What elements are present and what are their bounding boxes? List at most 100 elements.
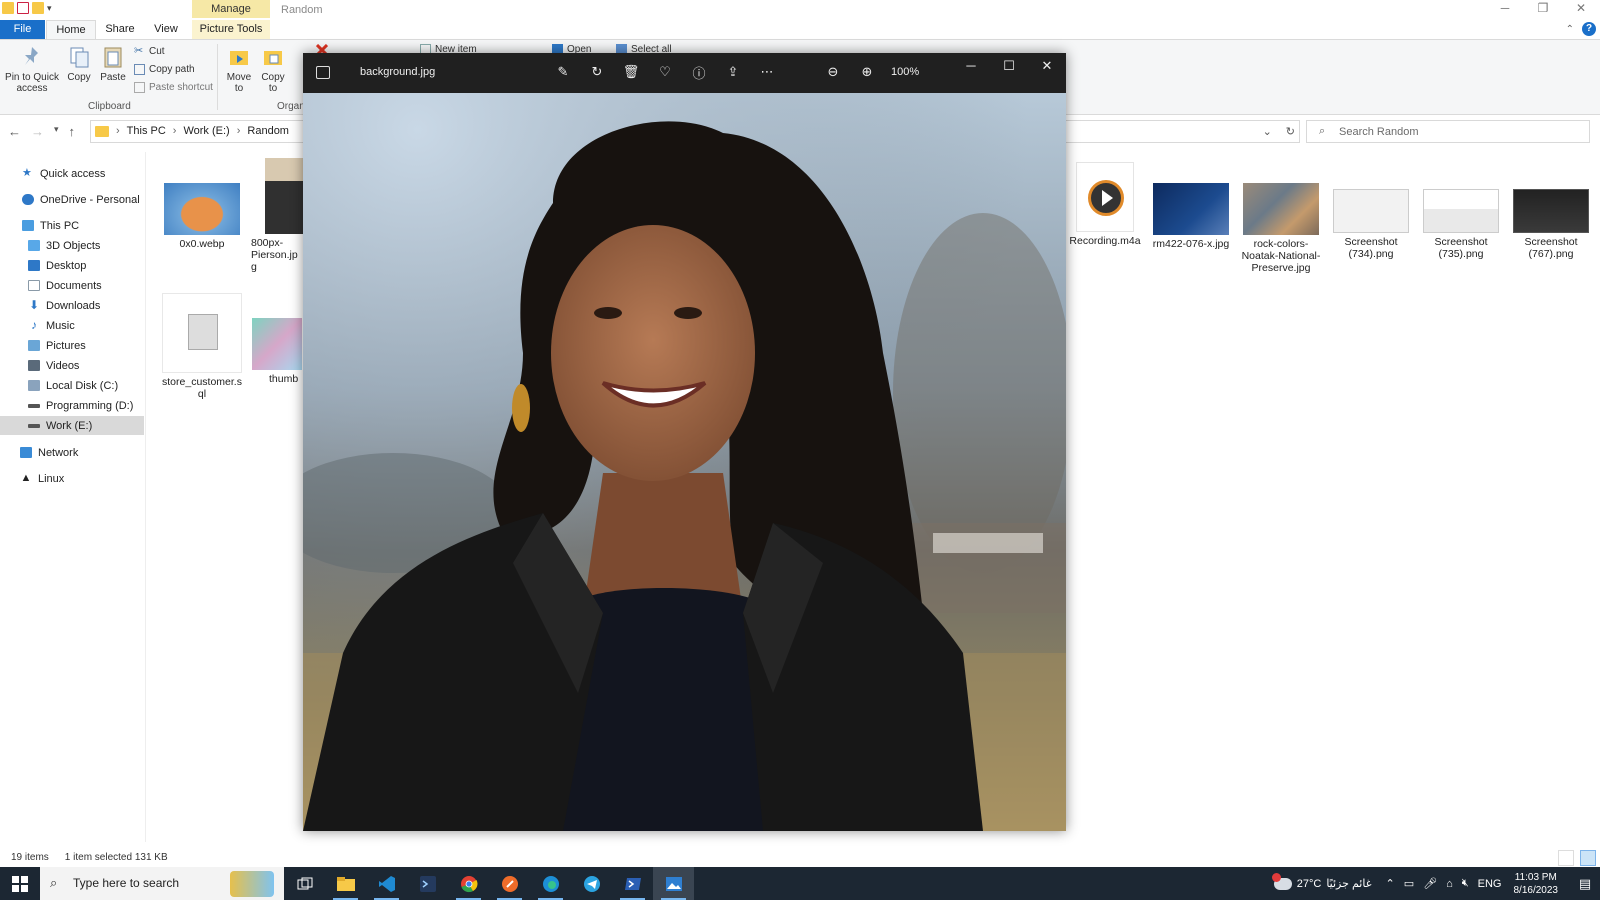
properties-icon[interactable] (17, 2, 29, 14)
crumb-work-e[interactable]: Work (E:) (183, 125, 229, 137)
chevron-right-icon[interactable]: › (173, 125, 177, 137)
file-item-rm422[interactable]: rm422-076-x.jpg (1150, 183, 1232, 250)
file-item-thumb[interactable]: thumb (251, 318, 303, 385)
recent-locations-icon[interactable]: ▾ (54, 124, 59, 139)
nav-item-downloads[interactable]: ⬇ Downloads (0, 296, 144, 315)
nav-item-local-disk-c[interactable]: Local Disk (C:) (0, 376, 144, 395)
network-icon[interactable]: ⌂ (1446, 878, 1453, 890)
weather-widget[interactable]: 27°C غائم جزئيًا (1271, 872, 1371, 890)
close-icon[interactable]: ✕ (1562, 0, 1600, 18)
file-item-screenshot-735[interactable]: Screenshot (735).png (1420, 189, 1502, 260)
telegram-icon[interactable] (571, 867, 612, 900)
copy-button[interactable]: Copy (64, 45, 94, 83)
folder-icon[interactable] (2, 2, 14, 14)
favorite-heart-icon[interactable]: ♡ (655, 62, 675, 82)
tab-view[interactable]: View (147, 20, 185, 39)
copy-to-button[interactable]: Copy to (258, 45, 288, 94)
microphone-icon[interactable]: 🎤︎ (1423, 877, 1437, 890)
chevron-right-icon[interactable]: › (237, 125, 241, 137)
maximize-icon[interactable]: ☐ (990, 53, 1028, 81)
help-icon[interactable]: ? (1582, 22, 1596, 36)
nav-item-this-pc[interactable]: This PC (0, 216, 144, 235)
share-icon[interactable]: ⇪ (723, 62, 743, 82)
up-arrow-icon[interactable]: ↑ (69, 124, 76, 139)
file-explorer-icon[interactable] (325, 867, 366, 900)
new-folder-icon[interactable] (32, 2, 44, 14)
search-input[interactable]: ⌕ Search Random (1306, 120, 1590, 143)
start-button[interactable] (0, 867, 40, 900)
chevron-up-icon[interactable]: ⌃ (1385, 877, 1394, 890)
notifications-icon[interactable]: ▤ (1570, 876, 1600, 892)
file-item-rock-colors[interactable]: rock-colors-Noatak-National-Preserve.jpg (1240, 183, 1322, 274)
customize-qat-icon[interactable]: ▾ (47, 3, 52, 14)
minimize-icon[interactable]: ─ (952, 53, 990, 81)
collapse-ribbon-icon[interactable]: ⌃ (1566, 24, 1574, 35)
taskbar-search-input[interactable]: ⌕ Type here to search (40, 867, 284, 900)
file-item-screenshot-734[interactable]: Screenshot (734).png (1330, 189, 1412, 260)
file-item-800px[interactable]: 800px-Pierson.jpg (251, 158, 303, 273)
postman-icon[interactable] (489, 867, 530, 900)
nav-item-pictures[interactable]: Pictures (0, 336, 144, 355)
edit-image-icon[interactable]: ✎ (553, 62, 573, 82)
nav-item-network[interactable]: Network (0, 443, 144, 462)
pin-quick-access-button[interactable]: Pin to Quick access (4, 45, 60, 94)
crumb-random[interactable]: Random (247, 125, 289, 137)
zoom-in-icon[interactable]: ⊕ (857, 62, 877, 82)
volume-muted-icon[interactable]: 🔇︎ (1462, 877, 1469, 890)
nav-item-linux[interactable]: ▲ Linux (0, 469, 144, 488)
tab-home[interactable]: Home (46, 20, 96, 39)
tab-share[interactable]: Share (99, 20, 141, 39)
nav-item-onedrive[interactable]: OneDrive - Personal (0, 190, 144, 209)
tab-picture-tools[interactable]: Picture Tools (192, 20, 270, 39)
file-item-screenshot-767[interactable]: Screenshot (767).png (1510, 189, 1592, 260)
edge-icon[interactable] (530, 867, 571, 900)
rotate-icon[interactable]: ↻ (587, 62, 607, 82)
zoom-level[interactable]: 100% (891, 66, 919, 78)
paste-button[interactable]: Paste (98, 45, 128, 83)
powershell-icon[interactable] (612, 867, 653, 900)
displayed-photo[interactable] (303, 93, 1066, 831)
nav-item-documents[interactable]: Documents (0, 276, 144, 295)
task-view-icon[interactable] (284, 867, 325, 900)
chevron-down-icon[interactable]: ⌄ (1263, 125, 1272, 138)
info-icon[interactable]: ⓘ (689, 62, 709, 82)
move-to-button[interactable]: Move to (224, 45, 254, 94)
minimize-icon[interactable]: ─ (1486, 0, 1524, 18)
copy-path-button[interactable]: Copy path (134, 64, 195, 75)
nav-item-music[interactable]: ♪ Music (0, 316, 144, 335)
file-item-store-customer[interactable]: store_customer.sql (161, 293, 243, 400)
terminal-app-icon[interactable] (407, 867, 448, 900)
nav-item-quick-access[interactable]: ★ Quick access (0, 164, 144, 183)
chevron-right-icon[interactable]: › (116, 125, 120, 137)
nav-item-3d-objects[interactable]: 3D Objects (0, 236, 144, 255)
nav-item-videos[interactable]: Videos (0, 356, 144, 375)
photos-app-taskbar-icon[interactable] (653, 867, 694, 900)
nav-item-desktop[interactable]: Desktop (0, 256, 144, 275)
nav-item-programming-d[interactable]: Programming (D:) (0, 396, 144, 415)
forward-arrow-icon[interactable]: → (31, 124, 44, 139)
large-icons-view-icon[interactable] (1580, 850, 1596, 866)
nav-item-work-e[interactable]: Work (E:) (0, 416, 144, 435)
restore-icon[interactable]: ❐ (1524, 0, 1562, 18)
clock[interactable]: 11:03 PM 8/16/2023 (1514, 871, 1559, 897)
chrome-icon[interactable] (448, 867, 489, 900)
language-indicator[interactable]: ENG (1478, 878, 1502, 890)
crumb-this-pc[interactable]: This PC (127, 125, 166, 137)
close-icon[interactable]: ✕ (1028, 53, 1066, 81)
back-arrow-icon[interactable]: ← (8, 124, 21, 139)
file-item-recording[interactable]: Recording.m4a (1063, 162, 1147, 247)
search-highlight-icon[interactable] (230, 871, 274, 897)
delete-icon[interactable]: 🗑 (621, 62, 641, 82)
tab-file[interactable]: File (0, 20, 45, 39)
paste-shortcut-button[interactable]: Paste shortcut (134, 82, 213, 93)
meet-now-icon[interactable]: ▭ (1404, 877, 1414, 890)
file-item-0x0[interactable]: 0x0.webp (161, 183, 243, 250)
portrait-image (303, 93, 1066, 831)
vscode-icon[interactable] (366, 867, 407, 900)
cut-button[interactable]: ✂ Cut (134, 46, 165, 58)
zoom-out-icon[interactable]: ⊖ (823, 62, 843, 82)
more-options-icon[interactable]: ⋯ (757, 62, 777, 82)
manage-context-tab[interactable]: Manage (192, 0, 270, 18)
refresh-icon[interactable]: ↻ (1286, 125, 1295, 138)
details-view-icon[interactable] (1558, 850, 1574, 866)
